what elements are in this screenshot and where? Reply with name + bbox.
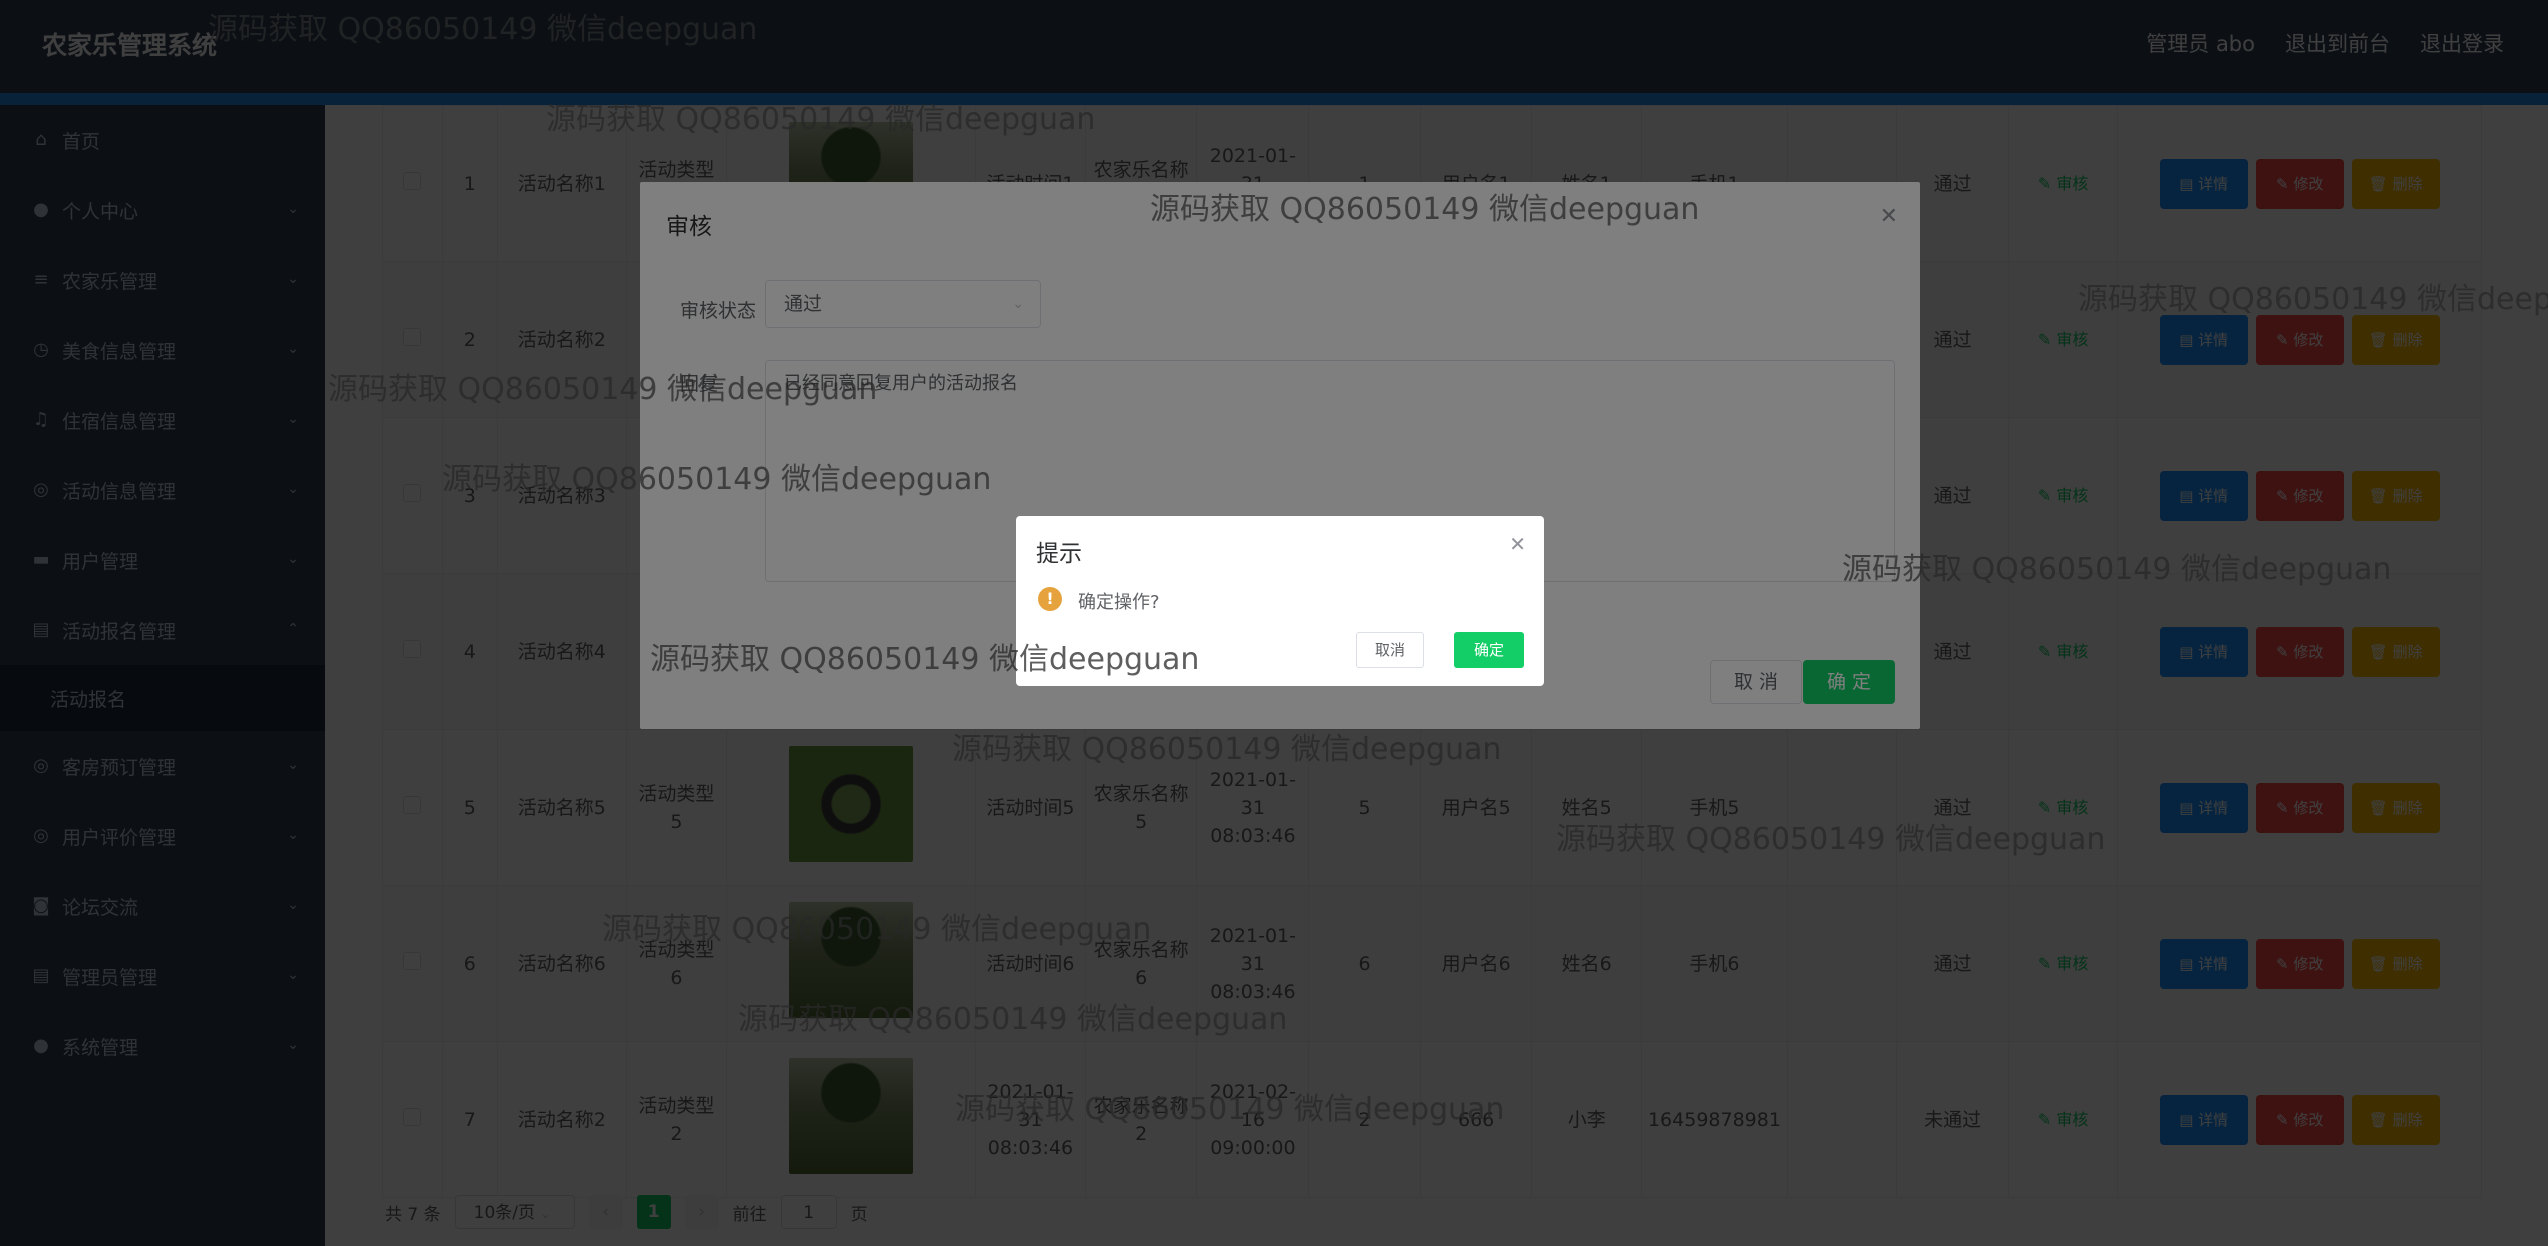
messagebox-text: 确定操作? [1078, 592, 1160, 613]
messagebox-confirm-button[interactable]: 确定 [1454, 632, 1524, 668]
warning-icon: ! [1038, 587, 1062, 611]
confirm-messagebox: 提示 ✕ ! 确定操作? 取消 确定 [1016, 516, 1544, 686]
close-icon[interactable]: ✕ [1509, 532, 1526, 556]
messagebox-title: 提示 [1036, 541, 1082, 567]
messagebox-cancel-button[interactable]: 取消 [1356, 632, 1424, 668]
